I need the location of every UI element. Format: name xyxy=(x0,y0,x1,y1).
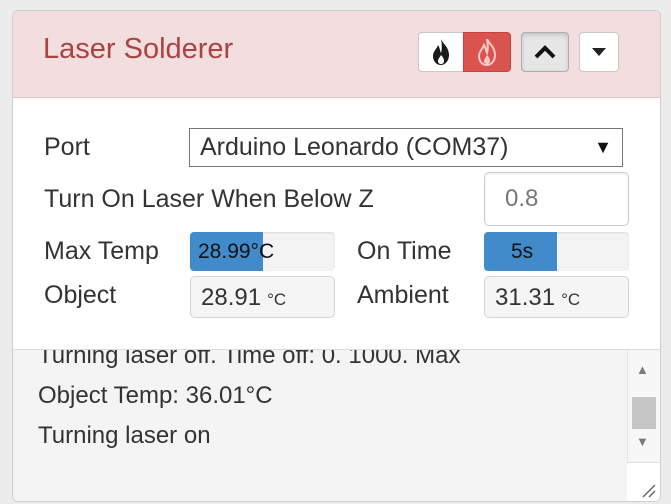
max-temp-value: 28.99°C xyxy=(198,240,275,263)
panel-title: Laser Solderer xyxy=(43,33,234,65)
max-temp-label: Max Temp xyxy=(44,237,159,265)
caret-down-icon xyxy=(592,48,606,56)
object-temp-label: Object xyxy=(44,281,117,309)
ambient-temp-readout: 31.31 °C xyxy=(484,276,629,318)
on-time-value: 5s xyxy=(511,240,534,263)
flame-on-button[interactable] xyxy=(463,32,511,72)
ambient-temp-label: Ambient xyxy=(357,281,449,309)
log-line: Turning laser on xyxy=(38,422,211,449)
max-temp-bar: 28.99°C xyxy=(190,232,335,271)
select-arrow-icon: ▼ xyxy=(594,137,612,157)
resize-grip-icon xyxy=(642,484,656,498)
object-temp-value: 28.91 xyxy=(201,284,262,311)
on-time-bar: 5s xyxy=(484,232,629,271)
z-threshold-label: Turn On Laser When Below Z xyxy=(44,185,374,213)
flame-button[interactable] xyxy=(418,32,464,72)
menu-dropdown-button[interactable] xyxy=(579,32,619,72)
resize-grip[interactable] xyxy=(627,462,660,501)
z-threshold-input[interactable]: 0.8 xyxy=(484,172,629,226)
object-temp-readout: 28.91 °C xyxy=(190,276,335,318)
flame-on-icon xyxy=(477,38,497,66)
port-selected-value: Arduino Leonardo (COM37) xyxy=(200,133,509,161)
panel-header: Laser Solderer xyxy=(13,11,660,98)
ambient-temp-value: 31.31 xyxy=(495,284,556,311)
chevron-up-icon xyxy=(534,45,556,59)
collapse-button[interactable] xyxy=(521,32,569,72)
console-log[interactable]: Turning laser off. Time off: 0. 1000. Ma… xyxy=(13,349,660,501)
log-line: Turning laser off. Time off: 0. 1000. Ma… xyxy=(38,349,461,369)
object-temp-unit: °C xyxy=(267,290,287,309)
scrollbar-thumb[interactable] xyxy=(632,397,656,429)
log-line: Object Temp: 36.01°C xyxy=(38,382,273,409)
on-time-label: On Time xyxy=(357,237,452,265)
flame-icon xyxy=(433,39,449,65)
scroll-up-arrow-icon[interactable]: ▲ xyxy=(636,362,649,377)
ambient-temp-unit: °C xyxy=(561,290,581,309)
port-select[interactable]: Arduino Leonardo (COM37) ▼ xyxy=(189,128,623,167)
port-label: Port xyxy=(44,133,90,161)
laser-solderer-panel: Laser Solderer Port Arduino Leonardo (CO… xyxy=(12,10,661,502)
scroll-down-arrow-icon[interactable]: ▼ xyxy=(636,434,649,449)
